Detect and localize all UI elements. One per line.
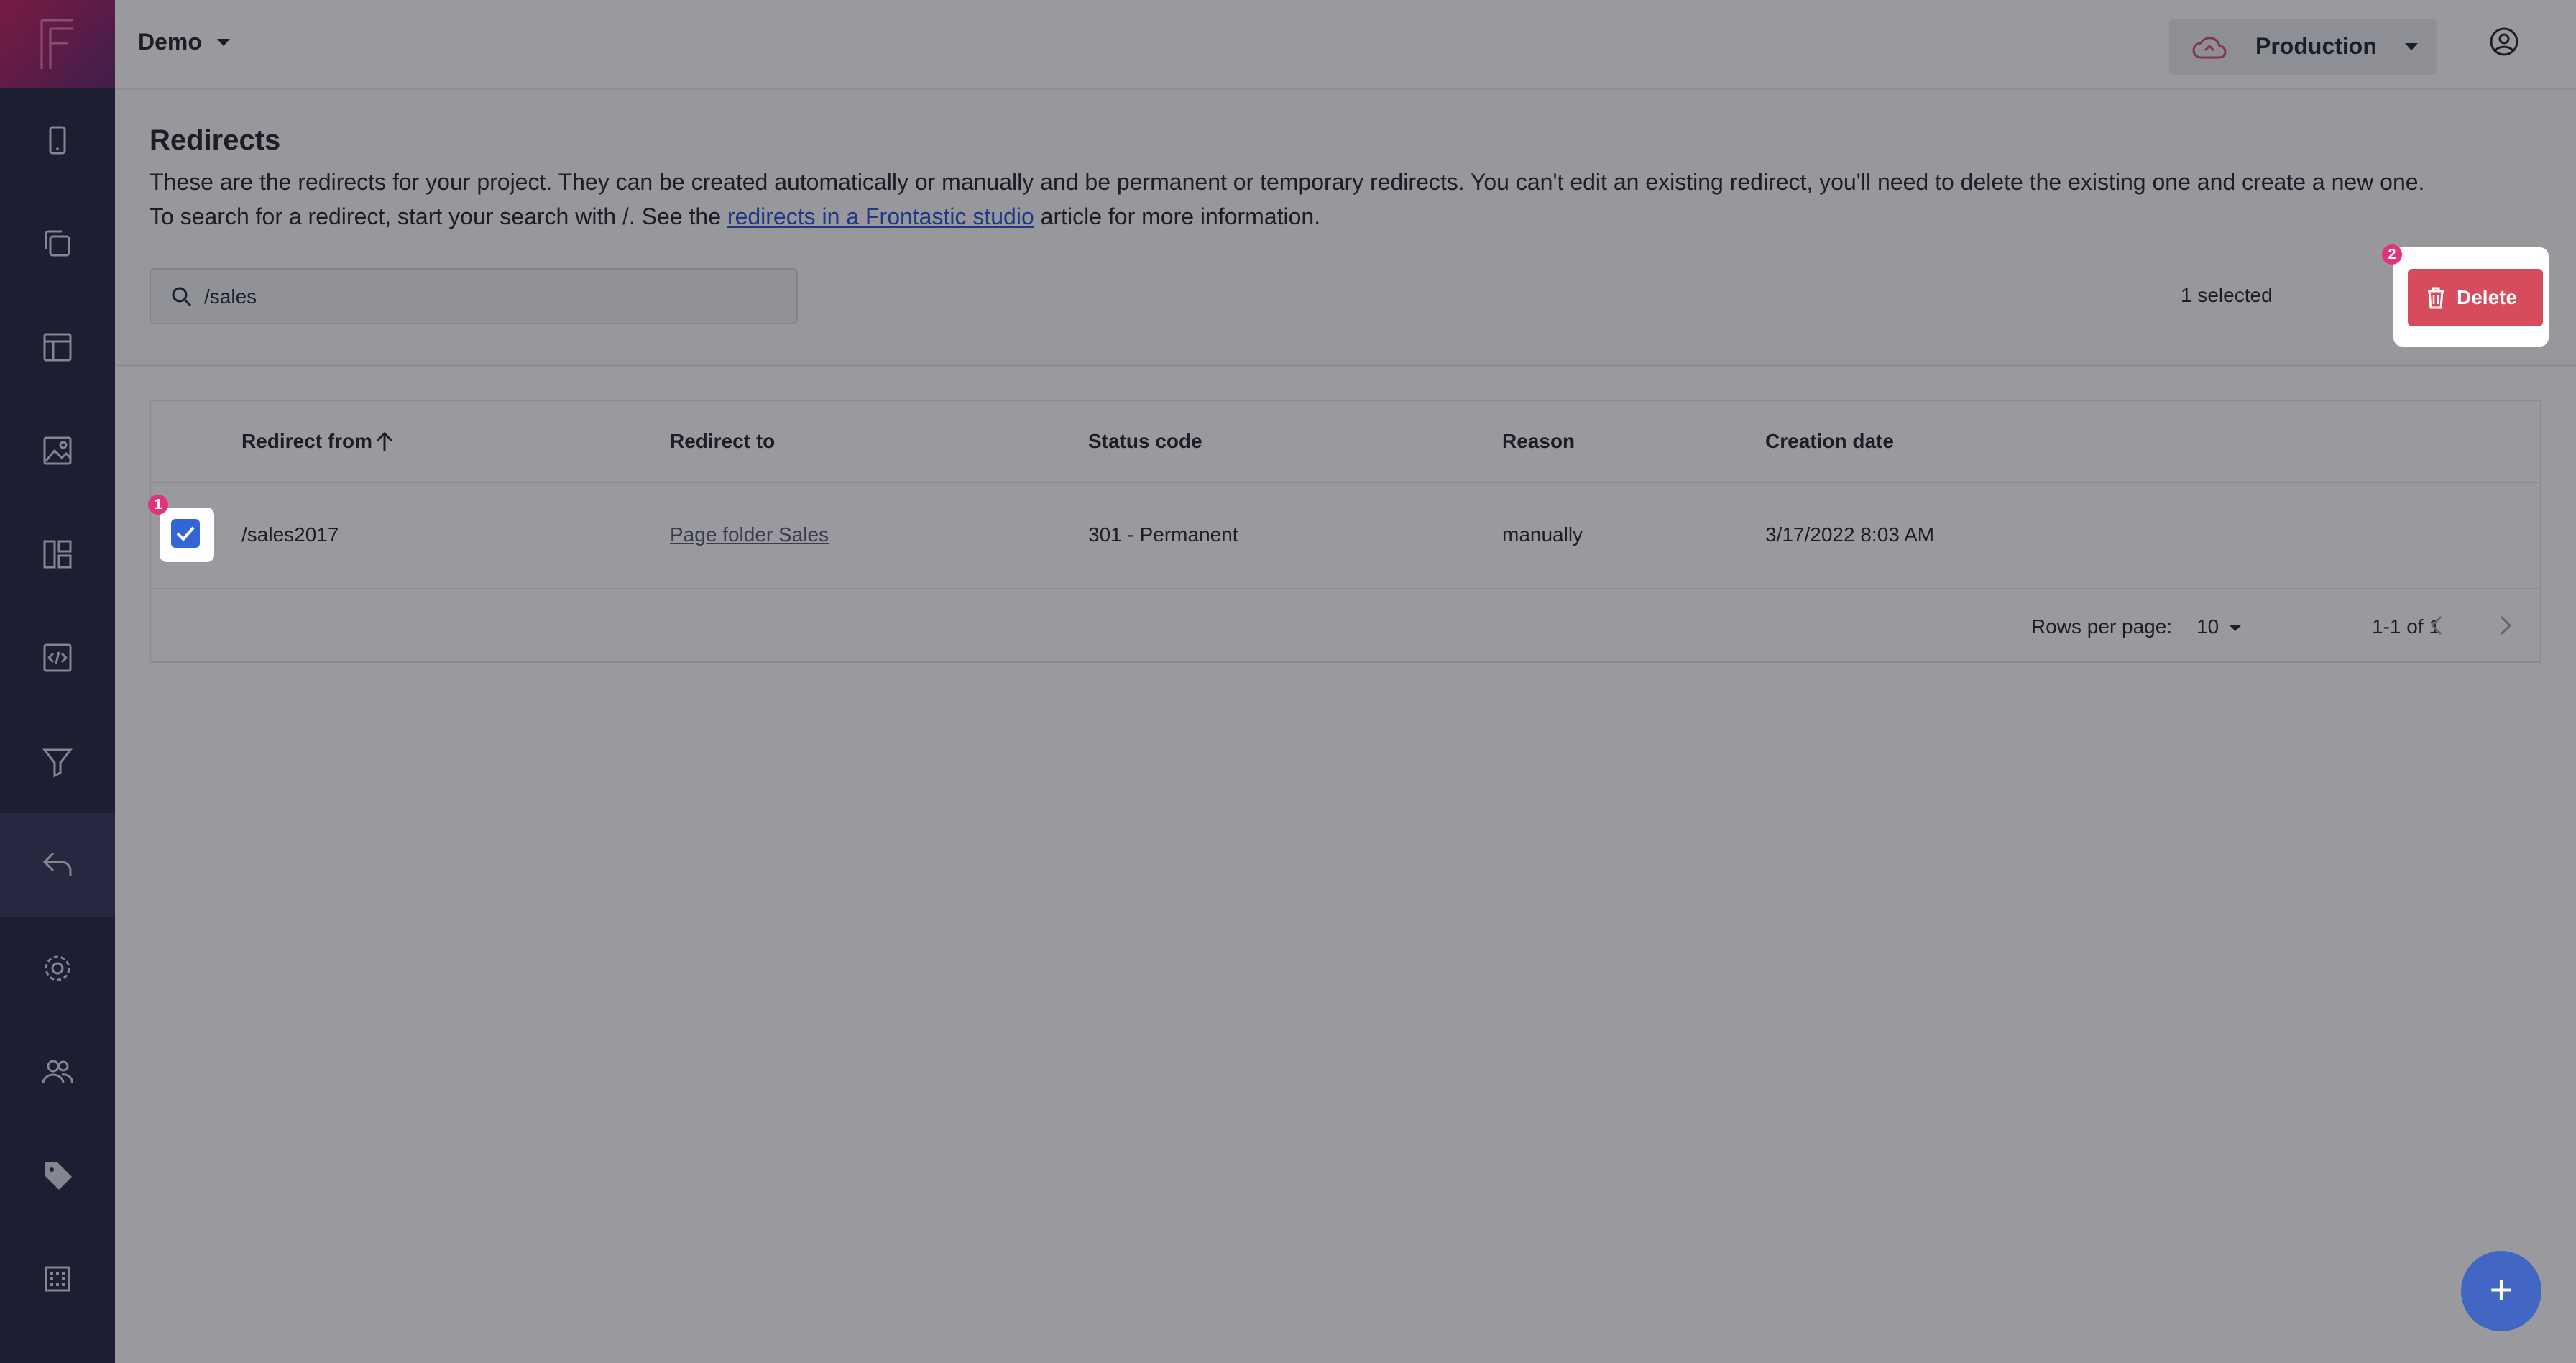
rows-per-page-select[interactable]: 10 (2196, 615, 2219, 638)
copy-pages-icon (45, 230, 70, 257)
table-pagination: Rows per page: 10 1-1 of 1 (151, 589, 2540, 661)
help-article-link[interactable]: redirects in a Frontastic studio (727, 203, 1034, 229)
column-status-code[interactable]: Status code (1088, 430, 1202, 453)
tag-icon (45, 1162, 72, 1190)
cell-redirect-to: Page folder Sales (670, 523, 829, 546)
checkmark-icon (176, 526, 195, 541)
code-icon (43, 643, 72, 672)
media-icon (43, 436, 72, 465)
sidebar-item-filters[interactable] (0, 710, 115, 813)
settings-icon (45, 955, 70, 981)
mobile-icon (49, 126, 66, 155)
sidebar-item-developer[interactable] (0, 606, 115, 710)
description-suffix: article for more information. (1034, 203, 1321, 229)
environment-selector[interactable]: Production (2169, 19, 2437, 75)
table-row[interactable]: /sales2017 Page folder Sales 301 - Perma… (151, 483, 2540, 589)
users-icon (42, 1060, 73, 1084)
layout-icon (43, 333, 72, 362)
cell-redirect-from: /sales2017 (242, 523, 339, 546)
cell-creation-date: 3/17/2022 8:03 AM (1765, 523, 1935, 546)
selected-count: 1 selected (2181, 284, 2273, 306)
search-icon (172, 287, 192, 307)
account-icon[interactable] (2488, 26, 2520, 58)
chevron-down-icon[interactable] (2228, 624, 2242, 633)
chevron-down-icon (2405, 43, 2418, 50)
column-creation-date[interactable]: Creation date (1765, 430, 1894, 453)
redirect-target-link[interactable]: Page folder Sales (670, 523, 829, 546)
column-redirect-from[interactable]: Redirect from (242, 430, 372, 453)
cell-reason: manually (1502, 523, 1583, 546)
description-line-1: These are the redirects for your project… (150, 169, 2425, 195)
add-redirect-button[interactable]: + (2461, 1251, 2542, 1331)
project-name[interactable]: Demo (138, 29, 202, 55)
environment-label: Production (2255, 33, 2377, 59)
chevron-right-icon[interactable] (2494, 612, 2516, 638)
logo-f-icon (40, 19, 73, 69)
redirects-header: Redirects These are the redirects for yo… (115, 90, 2576, 367)
description-prefix: To search for a redirect, start your sea… (150, 203, 727, 229)
page-title: Redirects (150, 124, 281, 156)
sidebar-item-media[interactable] (0, 399, 115, 502)
top-bar: Demo Production (115, 0, 2576, 90)
rows-per-page-label: Rows per page: (2031, 615, 2173, 638)
redirects-table: Redirect from Redirect to Status code Re… (150, 400, 2542, 663)
sidebar-item-apps[interactable] (0, 1227, 115, 1331)
grid-icon (45, 1266, 70, 1292)
table-header: Redirect from Redirect to Status code Re… (151, 401, 2540, 483)
frontastic-logo[interactable] (0, 0, 115, 88)
delete-button[interactable]: Delete (2408, 269, 2543, 326)
filter-icon (42, 748, 73, 778)
redirect-icon (42, 852, 72, 876)
step-badge-2: 2 (2382, 244, 2402, 265)
chevron-down-icon[interactable] (216, 37, 231, 47)
cloud-icon (2192, 37, 2227, 59)
cell-status-code: 301 - Permanent (1088, 523, 1238, 546)
trash-icon (2428, 287, 2444, 309)
page-description: These are the redirects for your project… (150, 165, 2521, 234)
sidebar-item-dashboard[interactable] (0, 502, 115, 606)
row-checkbox[interactable] (171, 519, 200, 548)
description-line-2: To search for a redirect, start your sea… (150, 199, 2521, 234)
sidebar-item-pages[interactable] (0, 192, 115, 295)
sidebar-item-settings[interactable] (0, 917, 115, 1020)
sidebar-item-mobile[interactable] (0, 88, 115, 192)
dashboard-icon (43, 540, 72, 569)
column-reason[interactable]: Reason (1502, 430, 1575, 453)
delete-label: Delete (2457, 286, 2518, 308)
sidebar-item-tags[interactable] (0, 1124, 115, 1227)
step-badge-1: 1 (148, 495, 168, 515)
search-input[interactable] (203, 280, 781, 314)
search-box[interactable] (150, 268, 798, 324)
column-redirect-to[interactable]: Redirect to (670, 430, 775, 453)
chevron-left-icon[interactable] (2426, 612, 2448, 638)
sidebar-item-redirects[interactable] (0, 813, 115, 917)
sidebar-item-users[interactable] (0, 1020, 115, 1124)
sort-ascending-icon[interactable] (375, 431, 394, 453)
sidebar-item-layouts[interactable] (0, 295, 115, 399)
sidebar (0, 0, 115, 1363)
